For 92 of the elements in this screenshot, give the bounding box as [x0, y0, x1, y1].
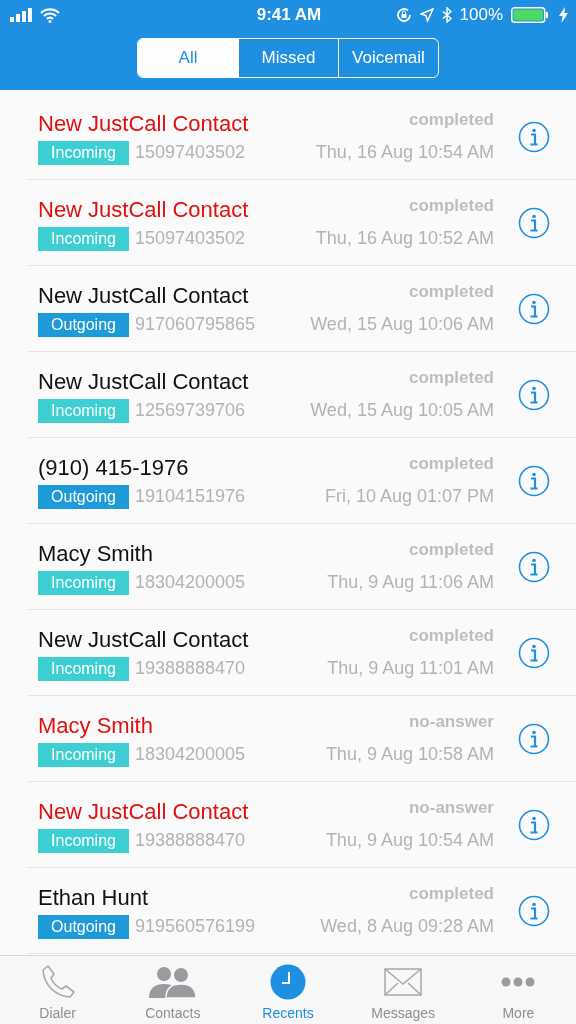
call-row[interactable]: New JustCall Contact Incoming 19388888470 no-answer Thu, 9 Aug 10:54 AM [28, 782, 576, 868]
call-status: completed [408, 196, 494, 216]
tab-bar-item[interactable]: More [460, 956, 576, 1024]
call-status: completed [408, 540, 494, 560]
direction-tag: Outgoing [38, 914, 129, 939]
info-icon[interactable] [518, 722, 550, 755]
contact-name: New JustCall Contact [38, 282, 250, 309]
bluetooth-icon [441, 7, 452, 23]
phone-number: 18304200005 [135, 744, 246, 765]
contact-name: New JustCall Contact [38, 626, 250, 653]
call-status: completed [408, 368, 494, 388]
wifi-icon [40, 7, 60, 23]
call-time: Thu, 9 Aug 10:58 AM [325, 744, 494, 765]
phone-number: 15097403502 [135, 228, 246, 249]
direction-tag: Incoming [38, 828, 129, 853]
tab-bar-item[interactable]: Dialer [0, 956, 116, 1024]
battery-percent: 100% [459, 5, 503, 25]
contact-name: New JustCall Contact [38, 368, 250, 395]
tab-bar-item[interactable]: Contacts [115, 956, 231, 1024]
phone-number: 15097403502 [135, 142, 246, 163]
envelope-icon [384, 968, 423, 996]
phone-number: 18304200005 [135, 572, 246, 593]
contact-name: New JustCall Contact [38, 196, 250, 223]
direction-tag: Incoming [38, 656, 129, 681]
direction-tag: Incoming [38, 226, 129, 251]
call-row[interactable]: New JustCall Contact Incoming 12569739706 completed Wed, 15 Aug 10:05 AM [28, 352, 576, 438]
call-time: Thu, 9 Aug 10:54 AM [325, 830, 494, 851]
info-icon[interactable] [518, 464, 550, 497]
direction-tag: Incoming [38, 742, 129, 767]
call-status: completed [408, 454, 494, 474]
call-time: Wed, 8 Aug 09:28 AM [320, 916, 494, 937]
call-time: Thu, 16 Aug 10:52 AM [315, 228, 494, 249]
battery-icon [511, 7, 551, 23]
call-row[interactable]: New JustCall Contact Incoming 15097403502 completed Thu, 16 Aug 10:54 AM [28, 94, 576, 180]
charging-bolt-icon [559, 7, 568, 23]
info-icon[interactable] [518, 206, 550, 239]
call-status: completed [408, 884, 494, 904]
contact-name: Ethan Hunt [38, 884, 150, 911]
contact-name: New JustCall Contact [38, 110, 250, 137]
phone-number: 917060795865 [135, 314, 256, 335]
info-icon[interactable] [518, 378, 550, 411]
filter-tab[interactable]: All [138, 39, 238, 77]
call-status: completed [408, 626, 494, 646]
contacts-icon [147, 965, 198, 999]
direction-tag: Incoming [38, 570, 129, 595]
direction-tag: Outgoing [38, 312, 129, 337]
contact-name: Macy Smith [38, 712, 154, 739]
tab-bar-item[interactable]: Messages [345, 956, 461, 1024]
phone-number: 919560576199 [135, 916, 256, 937]
direction-tag: Outgoing [38, 484, 129, 509]
more-dots-icon [501, 977, 536, 987]
info-icon[interactable] [518, 292, 550, 325]
phone-number: 12569739706 [135, 400, 246, 421]
info-icon[interactable] [518, 120, 550, 153]
call-row[interactable]: New JustCall Contact Incoming 15097403502 completed Thu, 16 Aug 10:52 AM [28, 180, 576, 266]
info-icon[interactable] [518, 808, 550, 841]
phone-icon [39, 964, 76, 1000]
call-time: Thu, 16 Aug 10:54 AM [315, 142, 494, 163]
call-row[interactable]: New JustCall Contact Incoming 19388888470 completed Thu, 9 Aug 11:01 AM [28, 610, 576, 696]
rotation-lock-icon [395, 7, 412, 23]
filter-tab[interactable]: Missed [238, 39, 338, 77]
call-time: Fri, 10 Aug 01:07 PM [324, 486, 494, 507]
filter-tab[interactable]: Voicemail [338, 39, 438, 77]
call-status: completed [408, 282, 494, 302]
location-arrow-icon [419, 8, 434, 22]
signal-icon [10, 8, 34, 22]
info-icon[interactable] [518, 636, 550, 669]
direction-tag: Incoming [38, 398, 129, 423]
info-icon[interactable] [518, 894, 550, 927]
call-status: completed [408, 110, 494, 130]
info-icon[interactable] [518, 550, 550, 583]
clock-time: 9:41 AM [256, 5, 322, 25]
call-status: no-answer [408, 798, 494, 818]
phone-number: 19104151976 [135, 486, 246, 507]
call-row[interactable]: New JustCall Contact Outgoing 917060795865 completed Wed, 15 Aug 10:06 AM [28, 266, 576, 352]
direction-tag: Incoming [38, 140, 129, 165]
call-time: Wed, 15 Aug 10:05 AM [310, 400, 494, 421]
call-time: Thu, 9 Aug 11:06 AM [327, 572, 494, 593]
call-row[interactable]: Ethan Hunt Outgoing 919560576199 completed Wed, 8 Aug 09:28 AM [28, 868, 576, 954]
phone-number: 19388888470 [135, 658, 246, 679]
contact-name: New JustCall Contact [38, 798, 250, 825]
call-time: Thu, 9 Aug 11:01 AM [327, 658, 494, 679]
call-status: no-answer [408, 712, 494, 732]
call-time: Wed, 15 Aug 10:06 AM [310, 314, 494, 335]
call-row[interactable]: Macy Smith Incoming 18304200005 completed Thu, 9 Aug 11:06 AM [28, 524, 576, 610]
call-row[interactable]: Macy Smith Incoming 18304200005 no-answer Thu, 9 Aug 10:58 AM [28, 696, 576, 782]
call-row[interactable]: (910) 415-1976 Outgoing 19104151976 completed Fri, 10 Aug 01:07 PM [28, 438, 576, 524]
tab-bar-item[interactable]: Recents [230, 956, 346, 1024]
phone-number: 19388888470 [135, 830, 246, 851]
clock-icon [270, 964, 306, 1000]
contact-name: (910) 415-1976 [38, 454, 190, 481]
contact-name: Macy Smith [38, 540, 154, 567]
